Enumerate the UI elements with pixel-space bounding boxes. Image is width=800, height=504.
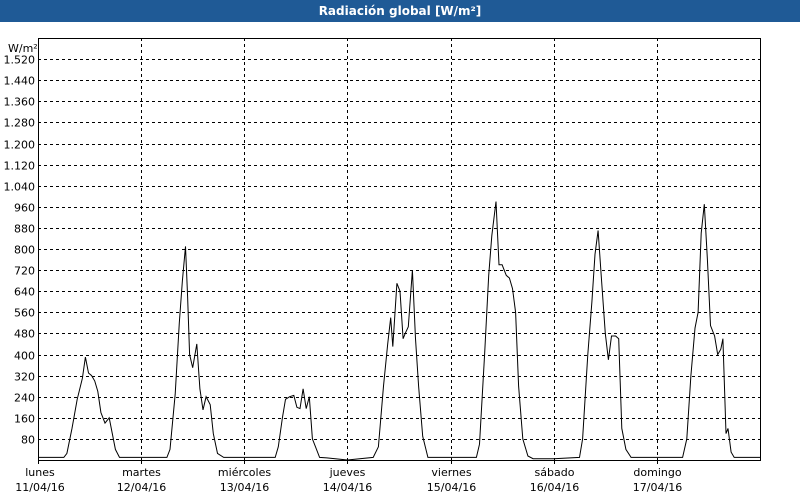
x-tick-day: viernes [431, 466, 471, 479]
x-tick-date: 16/04/16 [530, 481, 579, 494]
radiation-chart: 80 160 240 320 400 480 560 640 720 800 880 960 1.040… [4, 38, 761, 494]
y-tick-label: 400 [14, 350, 35, 363]
x-tick-day: domingo [633, 466, 681, 479]
chart-area: 80 160 240 320 400 480 560 640 720 800 880 960 1.040… [0, 22, 800, 500]
x-tick-day: sábado [535, 466, 575, 479]
y-tick-label: 480 [14, 328, 35, 341]
y-tick-label: 640 [14, 286, 35, 299]
chart-title: Radiación global [W/m²] [318, 4, 482, 18]
y-tick-label: 240 [14, 392, 35, 405]
x-tick-day: martes [122, 466, 161, 479]
x-tick-date: 14/04/16 [323, 481, 372, 494]
radiation-series-line [38, 201, 760, 461]
y-tick-label: 1.280 [4, 117, 36, 130]
y-axis-label: W/m² [8, 42, 38, 55]
x-tick-date: 12/04/16 [117, 481, 166, 494]
chart-title-bar: Radiación global [W/m²] [0, 0, 800, 22]
y-tick-label: 80 [21, 434, 35, 447]
x-tick-date: 11/04/16 [15, 481, 64, 494]
y-tick-label: 160 [14, 413, 35, 426]
y-tick-label: 720 [14, 265, 35, 278]
x-tick-day: miércoles [218, 466, 271, 479]
y-tick-label: 320 [14, 371, 35, 384]
y-tick-label: 1.120 [4, 160, 36, 173]
x-tick-date: 15/04/16 [427, 481, 476, 494]
x-tick-day: jueves [329, 466, 366, 479]
y-tick-label: 1.520 [4, 54, 36, 67]
y-tick-label: 1.360 [4, 96, 36, 109]
y-tick-label: 1.200 [4, 139, 36, 152]
x-tick-day: lunes [25, 466, 55, 479]
x-tick-date: 13/04/16 [220, 481, 269, 494]
y-tick-label: 560 [14, 307, 35, 320]
y-tick-label: 880 [14, 223, 35, 236]
y-tick-label: 800 [14, 244, 35, 257]
y-tick-label: 1.440 [4, 75, 36, 88]
y-tick-label: 960 [14, 202, 35, 215]
y-tick-label: 1.040 [4, 181, 36, 194]
x-tick-date: 17/04/16 [633, 481, 682, 494]
